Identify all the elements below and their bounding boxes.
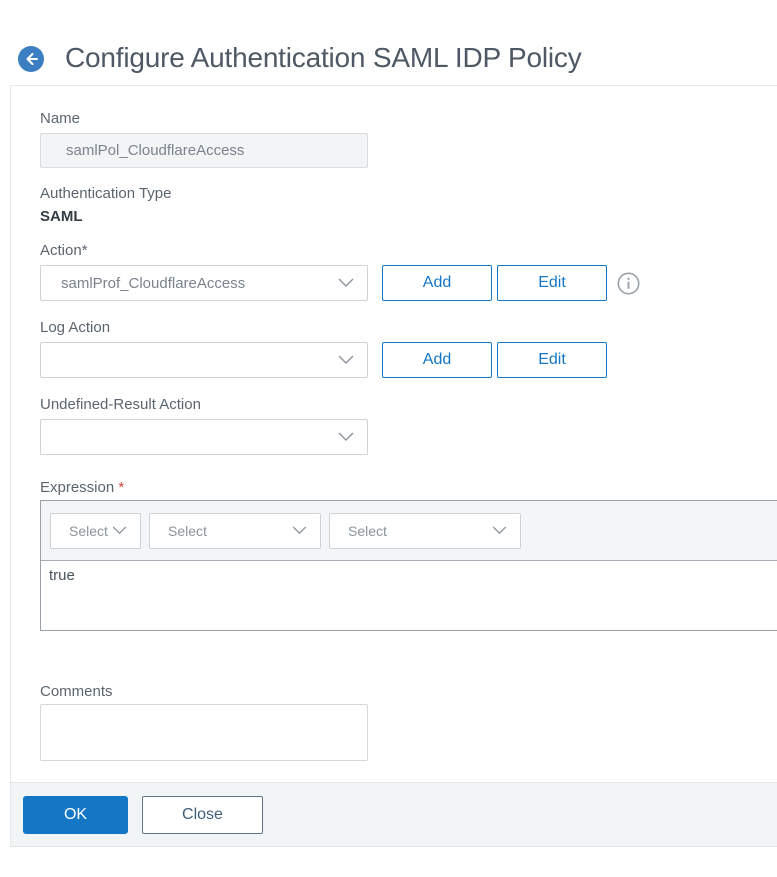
log-action-dropdown[interactable] [40, 342, 368, 378]
chevron-down-icon [338, 432, 354, 441]
arrow-left-icon [18, 45, 44, 72]
ok-button[interactable]: OK [23, 795, 128, 834]
name-input: samlPol_CloudflareAccess [40, 133, 368, 168]
expression-required-mark: * [118, 479, 125, 496]
form-footer: OK Close [11, 782, 777, 847]
comments-input[interactable] [40, 704, 368, 761]
info-icon [617, 272, 640, 294]
expression-toolbar: Select Select Select [41, 501, 777, 561]
log-action-label: Log Action [40, 319, 111, 336]
action-dropdown[interactable]: samlProf_CloudflareAccess [40, 265, 368, 301]
log-action-edit-button[interactable]: Edit [497, 342, 607, 378]
chevron-down-icon [292, 526, 307, 535]
chevron-down-icon [338, 278, 354, 287]
action-edit-button[interactable]: Edit [497, 265, 607, 301]
action-info-button[interactable] [617, 272, 640, 295]
undefined-result-action-label: Undefined-Result Action [40, 396, 201, 413]
page-header: Configure Authentication SAML IDP Policy [0, 0, 777, 85]
authentication-type-value: SAML [40, 208, 83, 225]
comments-label: Comments [40, 683, 113, 700]
expression-input[interactable]: true [41, 561, 777, 630]
form-panel: Name samlPol_CloudflareAccess Authentica… [10, 85, 777, 847]
name-value: samlPol_CloudflareAccess [66, 142, 245, 159]
undefined-result-action-dropdown[interactable] [40, 419, 368, 455]
expression-select-1-value: Select [69, 522, 108, 539]
action-label: Action* [40, 242, 88, 259]
expression-select-2-value: Select [168, 522, 207, 539]
chevron-down-icon [492, 526, 507, 535]
expression-select-2[interactable]: Select [149, 512, 321, 549]
action-dropdown-value: samlProf_CloudflareAccess [61, 274, 246, 292]
expression-builder: Select Select Select true [40, 500, 777, 631]
expression-label-text: Expression [40, 479, 115, 496]
expression-select-3[interactable]: Select [329, 512, 521, 549]
action-add-button[interactable]: Add [382, 265, 492, 301]
expression-label: Expression * [40, 478, 777, 497]
page-title: Configure Authentication SAML IDP Policy [65, 41, 582, 73]
expression-select-1[interactable]: Select [50, 512, 141, 549]
log-action-add-button[interactable]: Add [382, 342, 492, 378]
chevron-down-icon [338, 355, 354, 364]
name-label: Name [40, 110, 81, 127]
authentication-type-label: Authentication Type [40, 185, 172, 202]
expression-select-3-value: Select [348, 522, 387, 539]
chevron-down-icon [112, 526, 127, 535]
close-button[interactable]: Close [142, 795, 263, 834]
back-button[interactable] [18, 45, 44, 72]
